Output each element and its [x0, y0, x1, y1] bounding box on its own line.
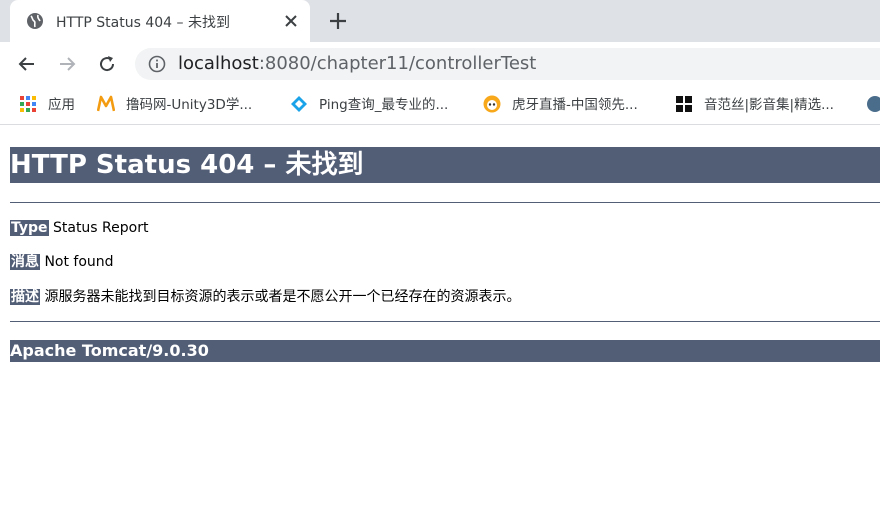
- description-label: 描述: [10, 289, 40, 305]
- back-arrow-icon[interactable]: [17, 54, 37, 74]
- tab-strip: HTTP Status 404 – 未找到: [0, 0, 880, 42]
- type-label: Type: [10, 220, 49, 236]
- tab-title: HTTP Status 404 – 未找到: [56, 15, 230, 31]
- message-label: 消息: [10, 254, 40, 270]
- m-logo-icon: [97, 95, 115, 112]
- browser-toolbar: localhost:8080/chapter11/controllerTest: [0, 42, 880, 86]
- divider: [10, 321, 880, 322]
- page-title: HTTP Status 404 – 未找到: [10, 147, 880, 183]
- new-tab-plus-icon[interactable]: [328, 11, 348, 31]
- bookmark-label: 撸码网-Unity3D学...: [126, 97, 253, 113]
- address-bar[interactable]: localhost:8080/chapter11/controllerTest: [135, 48, 880, 80]
- info-icon[interactable]: [148, 55, 166, 73]
- divider: [10, 202, 880, 203]
- apps-grid-icon: [20, 96, 36, 112]
- page-content: HTTP Status 404 – 未找到 Type Status Report…: [0, 125, 880, 527]
- url-path: :8080/chapter11/controllerTest: [258, 53, 537, 74]
- description-value: 源服务器未能找到目标资源的表示或者是不愿公开一个已经存在的资源表示。: [44, 289, 521, 305]
- bookmark-label: 应用: [48, 97, 75, 113]
- message-value: Not found: [44, 254, 114, 270]
- close-icon[interactable]: [282, 12, 300, 30]
- squares-icon: [676, 96, 692, 112]
- bookmark-label: 音范丝|影音集|精选...: [704, 97, 834, 113]
- url-host: localhost: [178, 53, 259, 74]
- url-text[interactable]: localhost:8080/chapter11/controllerTest: [178, 53, 536, 74]
- ping-diamond-icon: [291, 96, 307, 112]
- message-row: 消息 Not found: [10, 252, 114, 272]
- huya-icon: [483, 95, 501, 113]
- reload-icon[interactable]: [97, 54, 117, 74]
- type-value: Status Report: [52, 220, 149, 236]
- server-footer: Apache Tomcat/9.0.30: [10, 340, 880, 362]
- tab-active[interactable]: HTTP Status 404 – 未找到: [10, 0, 310, 42]
- type-row: Type Status Report: [10, 218, 148, 238]
- description-row: 描述 源服务器未能找到目标资源的表示或者是不愿公开一个已经存在的资源表示。: [10, 287, 520, 307]
- forward-arrow-icon[interactable]: [57, 54, 77, 74]
- bookmark-label: 虎牙直播-中国领先...: [512, 97, 638, 113]
- partial-bookmark-icon: [867, 96, 880, 112]
- bookmark-label: Ping查询_最专业的...: [319, 97, 449, 113]
- globe-icon: [27, 13, 43, 29]
- bookmarks-bar: 应用 撸码网-Unity3D学... Ping查询_最专业的... 虎牙直播-中…: [0, 86, 880, 125]
